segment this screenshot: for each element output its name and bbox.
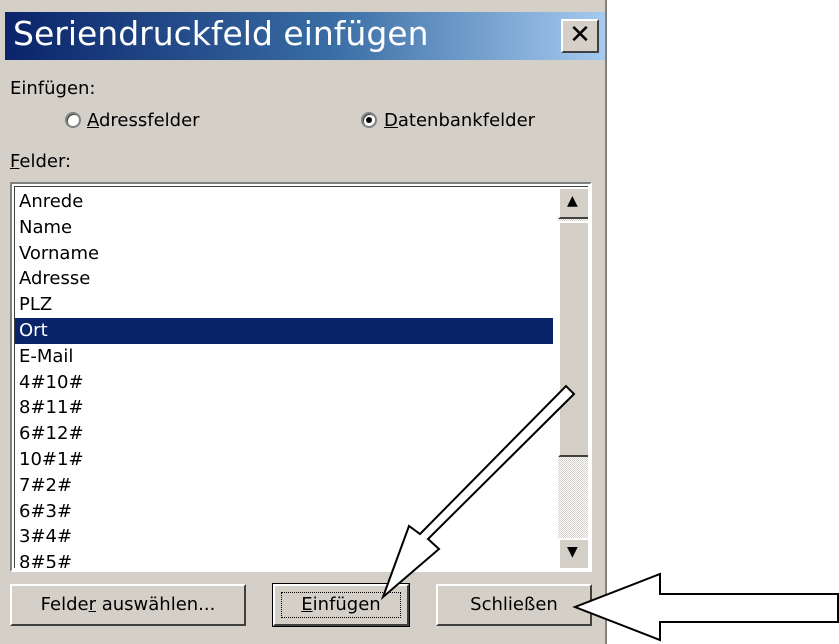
list-item[interactable]: Name <box>15 215 553 241</box>
list-item[interactable]: 8#11# <box>15 395 553 421</box>
list-item[interactable]: 6#3# <box>15 499 553 525</box>
vertical-scrollbar[interactable]: ▲ ▼ <box>558 187 588 568</box>
list-item[interactable]: E-Mail <box>15 344 553 370</box>
fields-listbox[interactable]: 8#5# 3#4# 6#3# 7#2# 10#1# 6#12# 8#11# 4#10# E-Ma… <box>10 182 592 572</box>
list-item[interactable]: 10#1# <box>15 447 553 473</box>
fields-label: Felder: <box>10 151 72 172</box>
list-item[interactable]: Anrede <box>15 189 553 215</box>
radio-selected-dot <box>366 117 372 123</box>
radio-address-label[interactable]: Adressfelder <box>87 110 200 131</box>
scrollbar-thumb[interactable] <box>558 221 588 457</box>
scroll-down-icon: ▼ <box>567 544 578 560</box>
merge-field-dialog: Seriendruckfeld einfügen ✕ Einfügen: Adr… <box>0 0 607 644</box>
list-item[interactable]: 3#4# <box>15 524 553 550</box>
radio-address-fields[interactable] <box>65 112 81 128</box>
left-arrow-icon <box>572 572 839 642</box>
insert-label: Einfügen: <box>10 78 96 99</box>
close-button[interactable]: Schließen <box>436 584 592 626</box>
close-icon-button[interactable]: ✕ <box>561 19 599 53</box>
radio-database-label[interactable]: Datenbankfelder <box>384 110 535 131</box>
focus-rectangle <box>281 592 401 618</box>
select-fields-button[interactable]: Felder auswählen... <box>10 584 246 626</box>
list-item[interactable]: 4#10# <box>15 370 553 396</box>
list-item[interactable]: Adresse <box>15 266 553 292</box>
list-item[interactable]: Vorname <box>15 241 553 267</box>
list-item[interactable]: PLZ <box>15 292 553 318</box>
list-item[interactable]: 8#5# <box>15 550 553 568</box>
close-icon: ✕ <box>569 20 591 50</box>
list-item[interactable]: 7#2# <box>15 473 553 499</box>
title-bar: Seriendruckfeld einfügen ✕ <box>5 12 605 60</box>
scroll-down-button[interactable]: ▼ <box>558 538 588 568</box>
scroll-up-icon: ▲ <box>567 193 578 209</box>
list-item[interactable]: Ort <box>15 318 553 344</box>
dialog-title: Seriendruckfeld einfügen <box>13 14 429 53</box>
list-item[interactable]: 6#12# <box>15 421 553 447</box>
scroll-up-button[interactable]: ▲ <box>558 187 588 219</box>
insert-button[interactable]: Einfügen <box>272 583 410 627</box>
radio-database-fields[interactable] <box>361 112 377 128</box>
